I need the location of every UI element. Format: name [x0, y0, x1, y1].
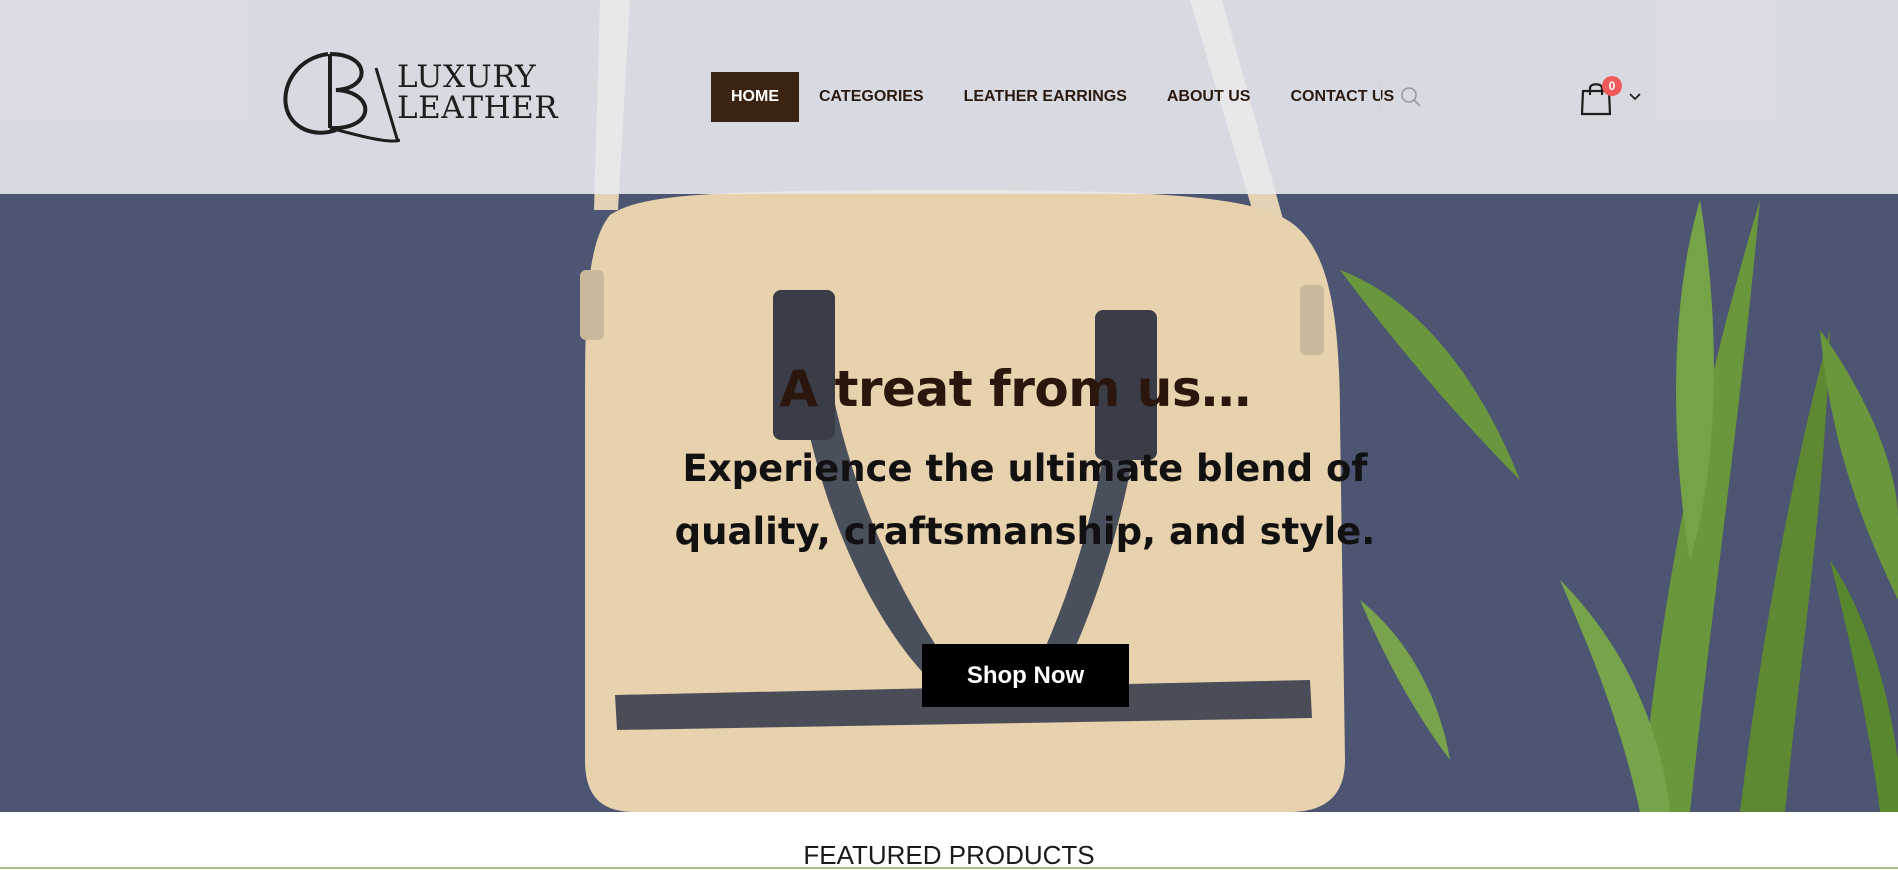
shop-now-button[interactable]: Shop Now [922, 644, 1129, 707]
nav-item-home[interactable]: HOME [711, 72, 799, 122]
nav-item-contact-us[interactable]: CONTACT US [1270, 72, 1414, 122]
logo-text-line1: LUXURY [397, 59, 537, 95]
hero-subtitle: Experience the ultimate blend of quality… [674, 447, 1376, 553]
cart-count-badge: 0 [1602, 76, 1622, 96]
section-divider [0, 867, 1898, 869]
nav-item-about-us[interactable]: ABOUT US [1147, 72, 1271, 122]
main-navigation: HOME CATEGORIES LEATHER EARRINGS ABOUT U… [711, 72, 1414, 122]
logo-monogram [283, 52, 400, 143]
featured-products-heading: FEATURED PRODUCTS [803, 840, 1095, 870]
search-divider [1380, 80, 1381, 114]
nav-item-categories[interactable]: CATEGORIES [799, 72, 944, 122]
chevron-down-icon[interactable] [1628, 92, 1642, 102]
cart-button[interactable]: 0 [1580, 76, 1650, 122]
search-icon[interactable] [1400, 86, 1422, 108]
featured-products-section: FEATURED PRODUCTS [0, 812, 1898, 870]
brand-logo[interactable]: LUXURY LEATHER [280, 44, 558, 148]
logo-text-line2: LEATHER [397, 90, 559, 126]
site-header: LUXURY LEATHER HOME CATEGORIES LEATHER E… [0, 0, 1898, 194]
nav-item-leather-earrings[interactable]: LEATHER EARRINGS [944, 72, 1147, 122]
hero-title: A treat from us… [779, 360, 1251, 418]
